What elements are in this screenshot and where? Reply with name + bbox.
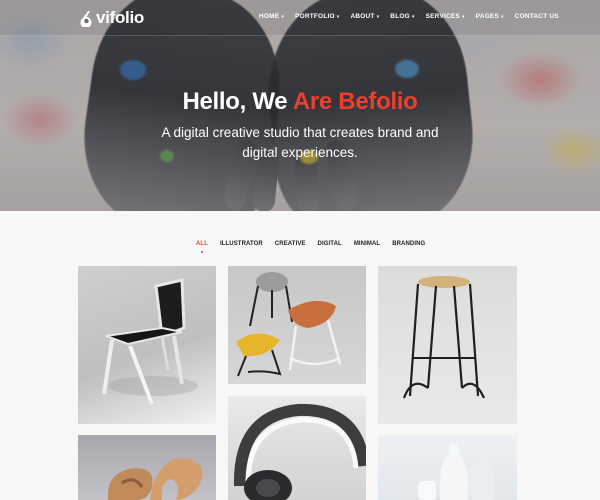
- bar-stool-image: [402, 276, 486, 399]
- hero-title-accent: Are Befolio: [292, 88, 418, 115]
- main-navigation: HOME ▾ PORTFOLIO ▾ ABOUT ▾ BLOG ▾ SERVICES ▾ …: [259, 13, 570, 20]
- portfolio-item-wooden-sculpture[interactable]: [78, 435, 216, 500]
- filter-illustrator[interactable]: ILLUSTRATOR: [220, 241, 263, 247]
- chevron-down-icon: ▾: [281, 13, 285, 20]
- brand-logo[interactable]: vifolio: [79, 8, 144, 28]
- hero-section: vifolio HOME ▾ PORTFOLIO ▾ ABOUT ▾ BLOG ▾ SE…: [0, 0, 600, 211]
- hero-subtitle: A digital creative studio that creates b…: [161, 125, 439, 160]
- portfolio-item-stools[interactable]: [228, 266, 366, 384]
- filter-digital[interactable]: DIGITAL: [318, 241, 342, 247]
- portfolio-item-bar-stool[interactable]: [378, 266, 517, 424]
- vases-image: [418, 443, 495, 500]
- nav-item-portfolio[interactable]: PORTFOLIO ▾: [295, 13, 339, 20]
- stools-image: [236, 272, 342, 377]
- chevron-down-icon: ▾: [500, 13, 504, 20]
- portfolio-item-black-chair[interactable]: [78, 266, 216, 424]
- nav-item-label: PAGES: [475, 13, 499, 20]
- portfolio-item-headphones[interactable]: [228, 396, 366, 500]
- portfolio-item-vases[interactable]: [378, 435, 517, 500]
- black-chair-image: [102, 278, 198, 405]
- filter-branding[interactable]: BRANDING: [392, 241, 425, 247]
- nav-item-contact-us[interactable]: CONTACT US: [515, 13, 559, 20]
- filter-all[interactable]: ALL: [196, 241, 208, 247]
- nav-item-pages[interactable]: PAGES ▾: [476, 13, 504, 20]
- filter-minimal[interactable]: MINIMAL: [354, 241, 380, 247]
- vifolio-logo-icon: [80, 10, 92, 27]
- brand-name: vifolio: [96, 8, 144, 27]
- nav-item-home[interactable]: HOME ▾: [259, 13, 284, 20]
- nav-item-label: CONTACT US: [514, 13, 559, 20]
- top-navigation-bar: vifolio HOME ▾ PORTFOLIO ▾ ABOUT ▾ BLOG ▾ SE…: [0, 0, 600, 36]
- chevron-down-icon: ▾: [336, 13, 340, 20]
- nav-item-label: SERVICES: [425, 13, 460, 20]
- filter-creative[interactable]: CREATIVE: [275, 241, 306, 247]
- headphones-image: [233, 403, 366, 500]
- chevron-down-icon: ▾: [461, 13, 465, 20]
- chevron-down-icon: ▾: [376, 13, 380, 20]
- nav-item-blog[interactable]: BLOG ▾: [390, 13, 414, 20]
- nav-item-about[interactable]: ABOUT ▾: [350, 13, 379, 20]
- portfolio-filter-bar: ALL ILLUSTRATOR CREATIVE DIGITAL MINIMAL…: [196, 241, 437, 247]
- nav-item-services[interactable]: SERVICES ▾: [426, 13, 465, 20]
- wooden-sculpture-image: [107, 458, 203, 500]
- hero-title: Hello, We Are Befolio: [0, 88, 600, 116]
- chevron-down-icon: ▾: [411, 13, 415, 20]
- nav-item-label: BLOG: [390, 13, 410, 20]
- nav-item-label: ABOUT: [350, 13, 375, 20]
- hero-title-prefix: Hello, We: [182, 88, 293, 115]
- nav-item-label: PORTFOLIO: [295, 13, 335, 20]
- nav-item-label: HOME: [259, 13, 280, 20]
